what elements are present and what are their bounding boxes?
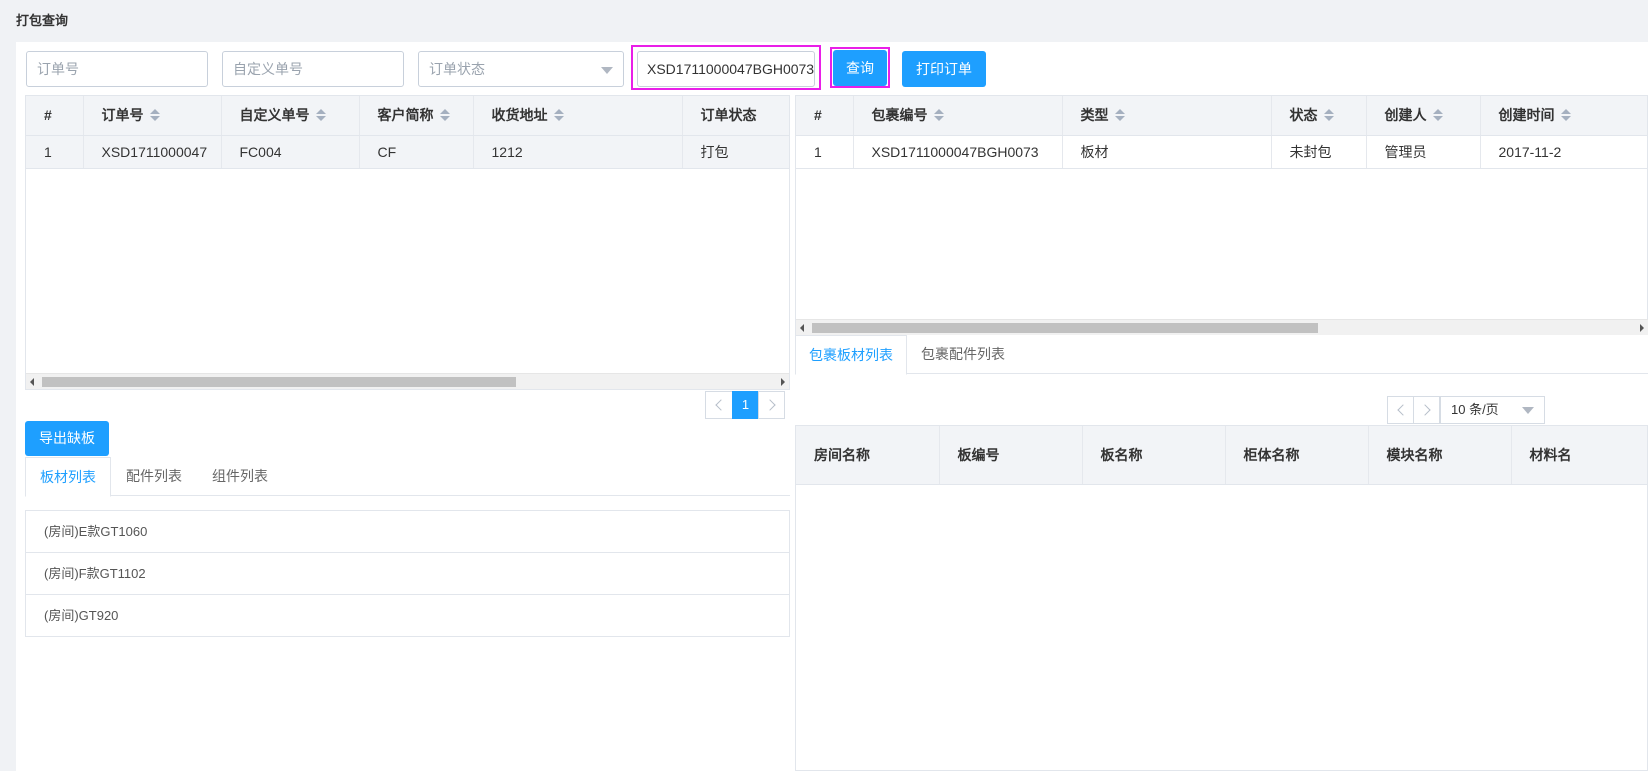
export-missing-button[interactable]: 导出缺板 bbox=[25, 421, 109, 456]
packages-col-label: 状态 bbox=[1289, 107, 1318, 124]
page-size-label: 10 条/页 bbox=[1451, 402, 1499, 417]
packages-col-created-time[interactable]: 创建时间 bbox=[1480, 96, 1647, 136]
orders-next-page[interactable] bbox=[758, 391, 785, 419]
scroll-right-icon[interactable] bbox=[781, 378, 785, 386]
orders-col-address[interactable]: 收货地址 bbox=[473, 96, 683, 136]
chevron-right-icon bbox=[1419, 404, 1431, 416]
package-prev-page[interactable] bbox=[1387, 396, 1414, 424]
order-status-select[interactable]: 订单状态 bbox=[418, 51, 624, 87]
tab-fittings-list[interactable]: 配件列表 bbox=[111, 457, 197, 496]
orders-scrollbar[interactable] bbox=[26, 373, 789, 389]
col-room-name: 房间名称 bbox=[796, 426, 940, 485]
scroll-thumb[interactable] bbox=[42, 377, 516, 387]
packages-scrollbar[interactable] bbox=[796, 319, 1648, 335]
table-cell: XSD1711000047BGH0073 bbox=[853, 135, 1063, 169]
package-panels-table: 房间名称 板编号 板名称 柜体名称 模块名称 材料名 bbox=[795, 425, 1648, 771]
col-module-name: 模块名称 bbox=[1368, 426, 1512, 485]
table-cell: 板材 bbox=[1062, 135, 1272, 169]
sort-icon[interactable] bbox=[1114, 109, 1125, 122]
custom-no-input[interactable]: 自定义单号 bbox=[222, 51, 404, 87]
sort-icon[interactable] bbox=[149, 109, 160, 122]
packages-col-label: 创建时间 bbox=[1498, 107, 1555, 124]
table-cell: 打包 bbox=[682, 135, 789, 169]
orders-col-label: 收货地址 bbox=[491, 107, 548, 124]
chevron-right-icon bbox=[764, 399, 776, 411]
scroll-right-icon[interactable] bbox=[1640, 324, 1644, 332]
table-cell: CF bbox=[359, 135, 474, 169]
table-cell: XSD1711000047 bbox=[83, 135, 222, 169]
table-cell: 1 bbox=[26, 135, 84, 169]
table-cell: 未封包 bbox=[1271, 135, 1367, 169]
page-size-select[interactable]: 10 条/页 bbox=[1440, 396, 1545, 424]
orders-col-custom-no[interactable]: 自定义单号 bbox=[221, 96, 360, 136]
right-tabs: 包裹板材列表 包裹配件列表 bbox=[795, 335, 1648, 375]
chevron-down-icon bbox=[601, 67, 613, 74]
page-title: 打包查询 bbox=[16, 13, 69, 28]
sort-icon[interactable] bbox=[1432, 109, 1443, 122]
sort-icon[interactable] bbox=[315, 109, 326, 122]
packages-col-index: # bbox=[796, 96, 854, 136]
col-panel-no: 板编号 bbox=[939, 426, 1083, 485]
order-status-placeholder: 订单状态 bbox=[429, 61, 485, 77]
table-cell: 1 bbox=[796, 135, 854, 169]
packages-col-label: 创建人 bbox=[1384, 107, 1427, 124]
chevron-left-icon bbox=[1397, 404, 1409, 416]
sort-icon[interactable] bbox=[933, 109, 944, 122]
orders-col-customer[interactable]: 客户简称 bbox=[359, 96, 474, 136]
tab-panel-list[interactable]: 板材列表 bbox=[25, 457, 111, 497]
table-row[interactable]: 1 XSD1711000047BGH0073 板材 未封包 管理员 2017-1… bbox=[796, 135, 1647, 169]
tab-package-fittings[interactable]: 包裹配件列表 bbox=[907, 335, 1019, 374]
orders-col-label: 订单号 bbox=[101, 107, 144, 124]
packages-table: # 包裹编号 类型 状态 创建人 创建时间 1 XSD1711000047BGH… bbox=[795, 95, 1648, 335]
scroll-left-icon[interactable] bbox=[800, 324, 804, 332]
query-button[interactable]: 查询 bbox=[833, 50, 887, 86]
main-panel: 订单号 自定义单号 订单状态 XSD1711000047BGH0073 查询 打… bbox=[16, 42, 1648, 771]
package-no-input[interactable]: XSD1711000047BGH0073 bbox=[637, 51, 815, 87]
left-tabs: 板材列表 配件列表 组件列表 bbox=[25, 457, 790, 497]
list-item[interactable]: (房间)GT920 bbox=[26, 595, 789, 637]
sort-icon[interactable] bbox=[439, 109, 450, 122]
packages-col-type[interactable]: 类型 bbox=[1062, 96, 1272, 136]
chevron-left-icon bbox=[715, 399, 727, 411]
print-order-button[interactable]: 打印订单 bbox=[902, 51, 986, 87]
scroll-left-icon[interactable] bbox=[30, 378, 34, 386]
sort-icon[interactable] bbox=[553, 109, 564, 122]
scroll-thumb[interactable] bbox=[812, 323, 1318, 333]
orders-col-status: 订单状态 bbox=[682, 96, 789, 136]
list-item[interactable]: (房间)E款GT1060 bbox=[26, 511, 789, 553]
packages-col-label: 包裹编号 bbox=[871, 107, 928, 124]
sort-icon[interactable] bbox=[1323, 109, 1334, 122]
orders-col-label: 订单状态 bbox=[700, 107, 757, 124]
list-item[interactable]: (房间)F款GT1102 bbox=[26, 553, 789, 595]
orders-header-row: # 订单号 自定义单号 客户简称 收货地址 订单状态 bbox=[26, 96, 789, 136]
chevron-down-icon bbox=[1522, 407, 1534, 414]
packages-col-creator[interactable]: 创建人 bbox=[1366, 96, 1481, 136]
packages-col-label: 类型 bbox=[1080, 107, 1109, 124]
table-cell: 2017-11-2 bbox=[1480, 135, 1647, 169]
orders-col-order-no[interactable]: 订单号 bbox=[83, 96, 222, 136]
package-panels-header-row: 房间名称 板编号 板名称 柜体名称 模块名称 材料名 bbox=[796, 426, 1647, 485]
orders-col-label: 自定义单号 bbox=[239, 107, 310, 124]
table-cell: FC004 bbox=[221, 135, 360, 169]
order-no-input[interactable]: 订单号 bbox=[26, 51, 208, 87]
tab-components-list[interactable]: 组件列表 bbox=[197, 457, 283, 496]
orders-prev-page[interactable] bbox=[705, 391, 733, 419]
sort-icon[interactable] bbox=[1560, 109, 1571, 122]
col-material-name: 材料名 bbox=[1511, 426, 1647, 485]
orders-col-index: # bbox=[26, 96, 84, 136]
packages-col-status[interactable]: 状态 bbox=[1271, 96, 1367, 136]
tab-package-panels[interactable]: 包裹板材列表 bbox=[795, 335, 907, 375]
package-next-page[interactable] bbox=[1413, 396, 1440, 424]
table-row[interactable]: 1 XSD1711000047 FC004 CF 1212 打包 bbox=[26, 135, 789, 169]
table-cell: 管理员 bbox=[1366, 135, 1481, 169]
orders-col-label: 客户简称 bbox=[377, 107, 434, 124]
room-list: (房间)E款GT1060 (房间)F款GT1102 (房间)GT920 bbox=[25, 510, 790, 637]
packages-header-row: # 包裹编号 类型 状态 创建人 创建时间 bbox=[796, 96, 1647, 136]
col-cabinet-name: 柜体名称 bbox=[1225, 426, 1369, 485]
table-cell: 1212 bbox=[473, 135, 683, 169]
col-panel-name: 板名称 bbox=[1082, 426, 1226, 485]
orders-table: # 订单号 自定义单号 客户简称 收货地址 订单状态 1 XSD17110000… bbox=[25, 95, 790, 390]
packages-col-package-no[interactable]: 包裹编号 bbox=[853, 96, 1063, 136]
orders-page-current[interactable]: 1 bbox=[732, 391, 759, 419]
